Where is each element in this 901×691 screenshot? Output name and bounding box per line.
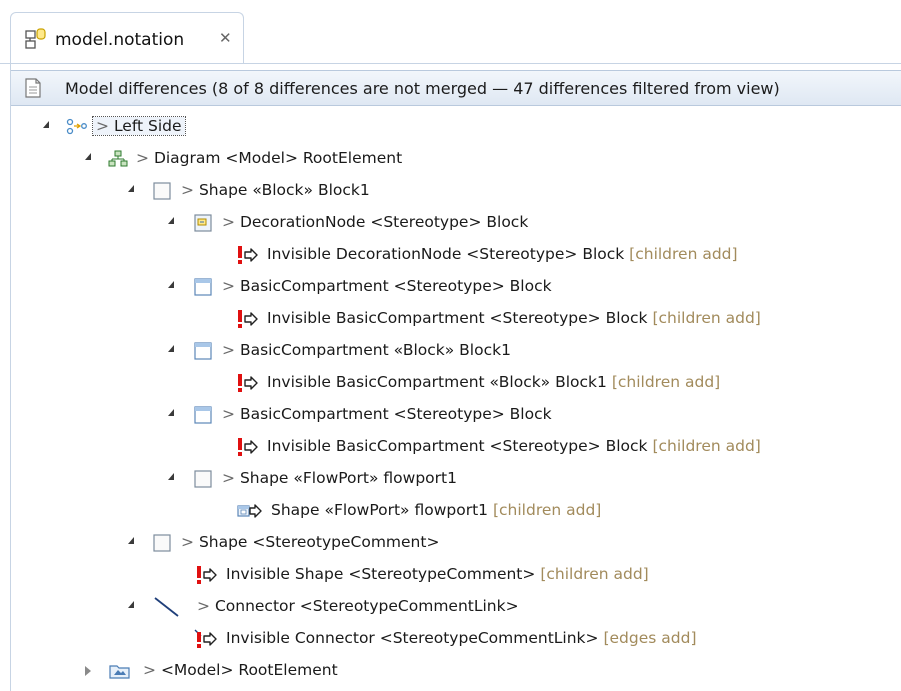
tree-item-difference[interactable]: Invisible Shape <StereotypeComment> [chi…	[11, 560, 901, 590]
tree-item-label: > Connector <StereotypeCommentLink>	[197, 597, 519, 615]
tree-item-difference[interactable]: Invisible DecorationNode <Stereotype> Bl…	[11, 240, 901, 270]
conflict-diff-icon	[235, 437, 263, 457]
document-icon	[24, 78, 42, 102]
expand-toggle-icon[interactable]	[85, 153, 91, 160]
tree-item-label: Invisible DecorationNode <Stereotype> Bl…	[267, 245, 738, 263]
tree-item-label: > Diagram <Model> RootElement	[136, 149, 403, 167]
tree-item-basic-compartment[interactable]: > BasicCompartment «Block» Block1	[11, 336, 901, 366]
tree-item-label: > Shape «Block» Block1	[181, 181, 370, 199]
tree-item-label: > <Model> RootElement	[143, 661, 338, 679]
tree-item-model[interactable]: > <Model> RootElement	[11, 656, 901, 686]
tree-item-label: > Shape «FlowPort» flowport1	[222, 469, 457, 487]
compartment-icon	[193, 277, 213, 297]
tree-item-difference[interactable]: Shape «FlowPort» flowport1 [children add…	[11, 496, 901, 526]
compartment-icon	[193, 405, 213, 425]
diagram-icon	[108, 149, 128, 169]
comparison-side-icon	[65, 117, 87, 137]
shape-icon	[152, 181, 172, 201]
tree-item-left-side[interactable]: > Left Side	[11, 112, 901, 142]
conflict-diff-icon	[235, 373, 263, 393]
conflict-diff-icon	[235, 245, 263, 265]
tree-item-label: Invisible BasicCompartment «Block» Block…	[267, 373, 721, 391]
compartment-icon	[193, 341, 213, 361]
tree-item-shape[interactable]: > Shape «Block» Block1	[11, 176, 901, 206]
tab-model-notation[interactable]: model.notation ✕	[10, 12, 244, 64]
tab-divider	[0, 63, 901, 64]
expand-toggle-icon[interactable]	[168, 281, 174, 288]
editor-tab-bar: model.notation ✕	[0, 0, 901, 66]
tree-item-label: > BasicCompartment «Block» Block1	[222, 341, 511, 359]
tree-item-decoration-node[interactable]: > DecorationNode <Stereotype> Block	[11, 208, 901, 238]
differences-summary: Model differences (8 of 8 differences ar…	[65, 79, 780, 98]
notation-file-icon	[25, 28, 47, 54]
tree-item-label: Invisible Shape <StereotypeComment> [chi…	[226, 565, 649, 583]
tree-item-label: Invisible Connector <StereotypeCommentLi…	[226, 629, 697, 647]
differences-tree: > Left Side > Diagram <Model> RootElemen…	[11, 112, 901, 691]
tree-item-shape[interactable]: > Shape <StereotypeComment>	[11, 528, 901, 558]
decoration-node-icon	[193, 213, 213, 233]
tree-item-diagram[interactable]: > Diagram <Model> RootElement	[11, 144, 901, 174]
expand-toggle-icon[interactable]	[128, 537, 134, 544]
differences-header: Model differences (8 of 8 differences ar…	[11, 70, 901, 106]
tree-item-connector[interactable]: > Connector <StereotypeCommentLink>	[11, 592, 901, 622]
expand-toggle-icon[interactable]	[168, 409, 174, 416]
tree-item-difference[interactable]: Invisible BasicCompartment <Stereotype> …	[11, 304, 901, 334]
tree-item-difference[interactable]: Invisible BasicCompartment <Stereotype> …	[11, 432, 901, 462]
close-icon[interactable]: ✕	[219, 29, 232, 47]
expand-toggle-icon[interactable]	[128, 185, 134, 192]
expand-toggle-icon[interactable]	[43, 121, 49, 128]
tree-item-label: > BasicCompartment <Stereotype> Block	[222, 277, 552, 295]
shape-icon	[152, 533, 172, 553]
tree-item-basic-compartment[interactable]: > BasicCompartment <Stereotype> Block	[11, 272, 901, 302]
tree-item-label: > Left Side	[92, 116, 186, 136]
tree-item-label: Shape «FlowPort» flowport1 [children add…	[271, 501, 602, 519]
tree-item-label: Invisible BasicCompartment <Stereotype> …	[267, 437, 761, 455]
tree-item-basic-compartment[interactable]: > BasicCompartment <Stereotype> Block	[11, 400, 901, 430]
tree-item-label: > BasicCompartment <Stereotype> Block	[222, 405, 552, 423]
conflict-diff-icon	[194, 565, 222, 585]
expand-toggle-icon[interactable]	[168, 217, 174, 224]
expand-toggle-icon[interactable]	[168, 345, 174, 352]
expand-toggle-icon[interactable]	[128, 601, 134, 608]
shape-diff-icon	[235, 501, 267, 521]
model-icon	[108, 661, 132, 681]
connector-icon	[152, 597, 182, 617]
tree-item-difference[interactable]: Invisible Connector <StereotypeCommentLi…	[11, 624, 901, 654]
collapse-toggle-icon[interactable]	[85, 666, 91, 676]
tree-item-label: > DecorationNode <Stereotype> Block	[222, 213, 529, 231]
tree-item-label: Invisible BasicCompartment <Stereotype> …	[267, 309, 761, 327]
tab-title: model.notation	[55, 30, 185, 50]
conflict-diff-icon	[194, 629, 222, 649]
tree-item-difference[interactable]: Invisible BasicCompartment «Block» Block…	[11, 368, 901, 398]
tree-item-label: > Shape <StereotypeComment>	[181, 533, 440, 551]
expand-toggle-icon[interactable]	[168, 473, 174, 480]
shape-icon	[193, 469, 213, 489]
tree-item-shape[interactable]: > Shape «FlowPort» flowport1	[11, 464, 901, 494]
conflict-diff-icon	[235, 309, 263, 329]
